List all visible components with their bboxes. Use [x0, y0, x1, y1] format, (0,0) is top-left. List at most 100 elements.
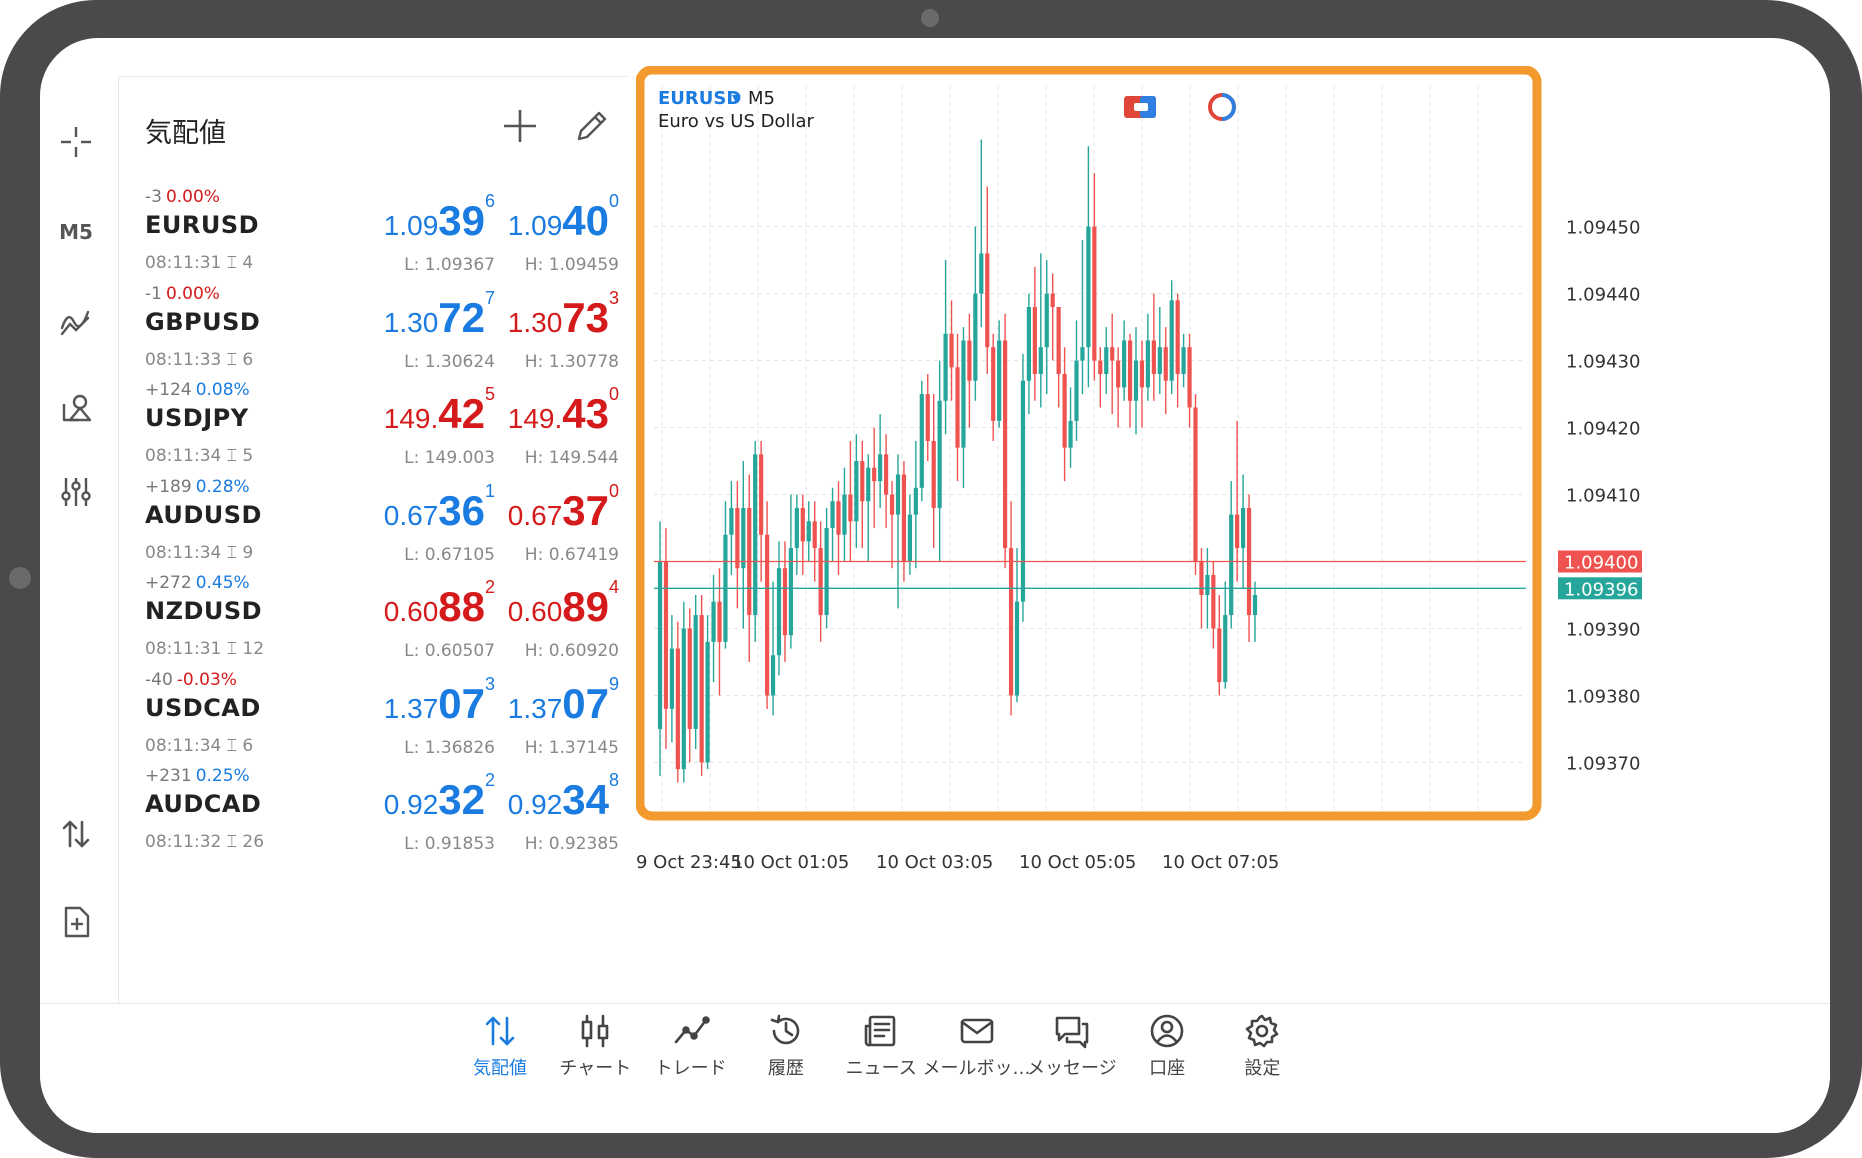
bid-small: 149.: [383, 403, 439, 434]
candle-body: [895, 474, 901, 515]
nav-item-3[interactable]: 履歴: [731, 1012, 841, 1080]
bid-price[interactable]: 1.30727: [384, 288, 495, 344]
quotes-panel: 気配値 -3 0.00% EURUSD 08:11:31 ⌶ 4 1.09396 1.09…: [118, 76, 627, 1007]
symbol-name: AUDCAD: [145, 790, 262, 818]
y-tick-label: 1.09420: [1566, 419, 1640, 440]
candle-body: [1003, 340, 1008, 549]
ask-price[interactable]: 0.92348: [508, 770, 619, 826]
candle-body: [1116, 360, 1121, 388]
candle-body: [806, 521, 811, 542]
candle-body: [669, 648, 674, 709]
candle-body: [943, 333, 948, 401]
quote-time: 08:11:34 ⌶ 6: [145, 736, 253, 756]
nav-item-8[interactable]: 設定: [1207, 1012, 1317, 1080]
add-document-icon[interactable]: [52, 898, 100, 946]
candle-body: [776, 568, 782, 656]
edit-symbols-button[interactable]: [571, 105, 613, 147]
bid-price[interactable]: 1.37073: [383, 674, 495, 730]
candle-body: [919, 394, 924, 488]
ask-big: 89: [562, 583, 609, 630]
bid-big: 36: [438, 486, 485, 534]
candle-body: [693, 615, 698, 729]
bid-price[interactable]: 0.92322: [384, 770, 495, 826]
app-screen: M5 気配値 -3 0.00% EURUSD 08:11:31 ⌶ 4 1.09…: [40, 38, 1830, 1133]
candle-body: [949, 333, 954, 368]
nav-item-0[interactable]: 気配値: [445, 1012, 555, 1080]
history-clock-icon: [770, 1014, 800, 1045]
quote-row-audcad[interactable]: +231 0.25% AUDCAD 08:11:32 ⌶ 26 0.92322 0.923…: [119, 754, 627, 869]
time-text: 08:11:34: [145, 446, 222, 466]
candle-body: [675, 648, 680, 770]
settings-sliders-icon[interactable]: [52, 468, 100, 516]
gear-icon: [1246, 1014, 1279, 1048]
ask-big: 40: [562, 197, 609, 244]
ask-small: 0.67: [507, 499, 563, 531]
ask-small: 149.: [507, 403, 563, 434]
trade-line-icon: [674, 1016, 710, 1044]
change-percent: 0.08%: [195, 380, 250, 400]
candle-body: [1122, 340, 1127, 388]
nav-item-4[interactable]: ニュース: [826, 1012, 936, 1080]
spread-value: 6: [242, 735, 254, 756]
nav-item-1[interactable]: チャート: [540, 1012, 650, 1080]
ask-point: 0: [608, 191, 619, 211]
bid-price[interactable]: 0.67361: [384, 481, 495, 537]
bid-price[interactable]: 0.60882: [383, 577, 495, 633]
symbol-dropdown-icon[interactable]: ▼: [732, 92, 741, 105]
chart-symbol[interactable]: EURUSD: [658, 88, 741, 109]
ask-price[interactable]: 149.430: [507, 384, 619, 440]
chart-area[interactable]: 1.09450 1.09440 1.09430 1.09420 1.09410 1.093…: [636, 66, 1770, 873]
ask-price[interactable]: 1.37079: [508, 674, 619, 730]
quote-time: 08:11:33 ⌶ 6: [145, 350, 253, 370]
bid: 0.67361: [384, 481, 495, 534]
spread-icon: ⌶: [226, 735, 237, 756]
candle-body: [1133, 360, 1139, 401]
bid-small: 0.60: [383, 596, 439, 627]
candle-body: [735, 507, 740, 569]
ask-price[interactable]: 0.67370: [507, 481, 619, 537]
time-text: 08:11:34: [145, 542, 222, 563]
nav-label: チャート: [559, 1058, 632, 1079]
bid-small: 1.37: [383, 692, 439, 724]
candle-body: [1014, 601, 1020, 696]
candle-body: [663, 561, 669, 709]
candle-body: [1110, 347, 1115, 361]
bid-price[interactable]: 1.09396: [384, 191, 495, 247]
candle-body: [1098, 360, 1103, 374]
candlestick-chart[interactable]: 1.09450 1.09440 1.09430 1.09420 1.09410 1.093…: [636, 66, 1770, 852]
change-percent: 0.45%: [195, 573, 250, 593]
indicators-icon[interactable]: [52, 296, 100, 344]
change-percent: 0.00%: [165, 187, 220, 207]
spread-value: 4: [242, 253, 254, 273]
nav-item-5[interactable]: メールボッ…: [922, 1012, 1032, 1080]
ask-big: 37: [562, 486, 609, 534]
nav-item-6[interactable]: メッセージ: [1017, 1012, 1127, 1080]
bid-price-tag-text: 1.09396: [1564, 579, 1638, 600]
crosshair-icon[interactable]: [52, 118, 100, 166]
candle-body: [1157, 347, 1162, 374]
spread-value: 5: [242, 446, 254, 466]
timeframe-button[interactable]: M5: [52, 208, 100, 256]
add-symbol-button[interactable]: [499, 105, 541, 147]
daily-change: +231 0.25%: [145, 766, 250, 786]
nav-item-2[interactable]: トレード: [636, 1012, 746, 1080]
candle-body: [1235, 514, 1240, 549]
nav-item-7[interactable]: 口座: [1112, 1012, 1222, 1080]
bid-big: 88: [438, 583, 485, 630]
ask-price[interactable]: 0.60894: [508, 577, 619, 633]
objects-icon[interactable]: [52, 384, 100, 432]
change-percent: 0.28%: [195, 476, 250, 497]
ask-price[interactable]: 1.30733: [508, 288, 619, 344]
ask-price[interactable]: 1.09400: [508, 191, 619, 247]
candle-body: [985, 253, 990, 348]
nav-label: 口座: [1149, 1058, 1186, 1079]
sort-arrows-icon[interactable]: [52, 810, 100, 858]
candle-body: [1181, 347, 1186, 374]
quotes-title: 気配値: [145, 118, 226, 149]
candle-body: [717, 601, 722, 642]
change-points: -3: [145, 187, 162, 207]
chat-bubbles-icon: [1055, 1016, 1089, 1049]
candle-body: [1187, 347, 1192, 408]
candle-body: [687, 628, 692, 729]
bid-price[interactable]: 149.425: [383, 384, 495, 440]
